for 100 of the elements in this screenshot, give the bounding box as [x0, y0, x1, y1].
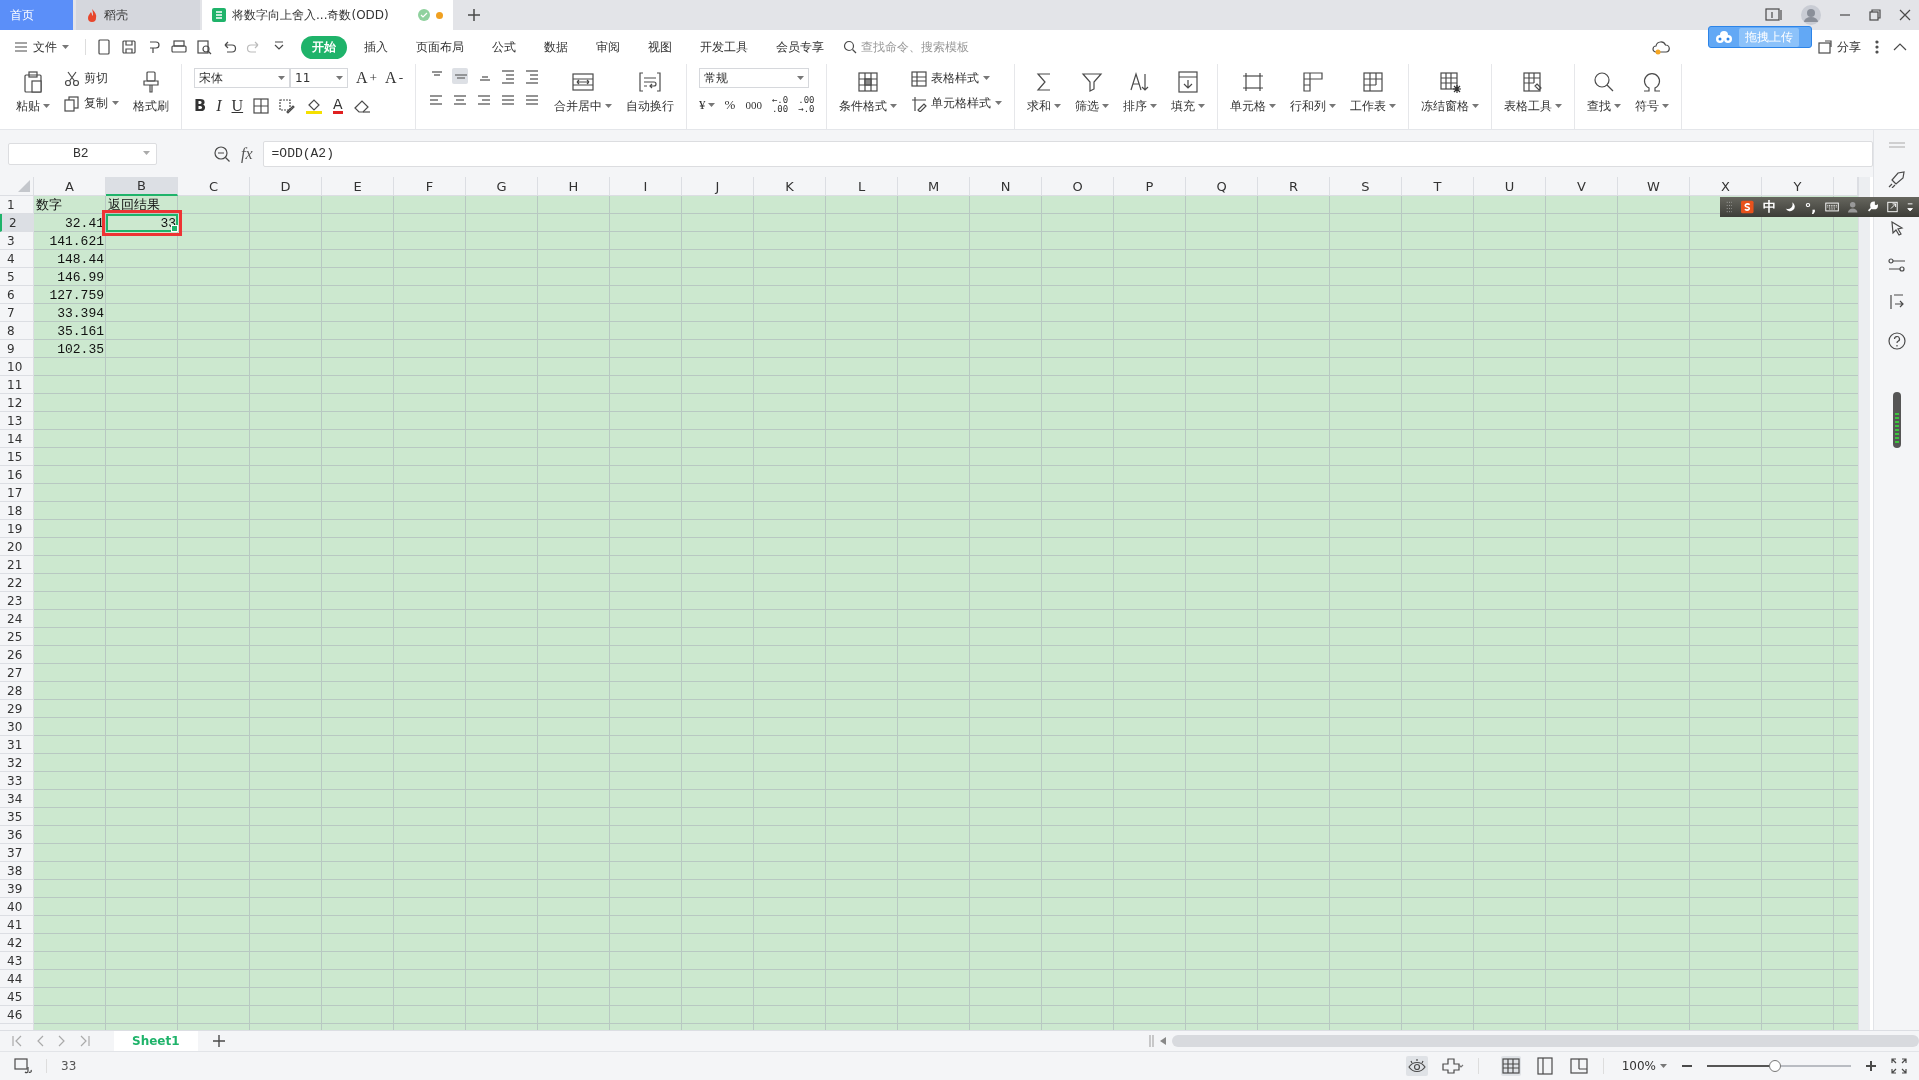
column-header[interactable]: M: [898, 177, 970, 196]
column-header[interactable]: E: [322, 177, 394, 196]
column-header[interactable]: R: [1258, 177, 1330, 196]
column-header[interactable]: T: [1402, 177, 1474, 196]
currency-button[interactable]: ¥: [699, 97, 715, 113]
ribbon-button[interactable]: 工作表: [1350, 68, 1397, 115]
column-header[interactable]: V: [1546, 177, 1618, 196]
row-header[interactable]: 36: [0, 826, 34, 844]
ribbon-button[interactable]: 单元格样式: [911, 95, 1003, 112]
row-header[interactable]: 40: [0, 898, 34, 916]
row-header[interactable]: 21: [0, 556, 34, 574]
row-header[interactable]: 31: [0, 736, 34, 754]
underline-button[interactable]: U: [231, 96, 244, 115]
zoom-level-button[interactable]: 100%: [1621, 1059, 1667, 1073]
ribbon-button[interactable]: 表格样式: [911, 70, 1003, 87]
share-button[interactable]: 分享: [1818, 38, 1861, 56]
ribbon-button[interactable]: 复制: [64, 95, 119, 112]
column-header[interactable]: O: [1042, 177, 1114, 196]
row-header[interactable]: 45: [0, 988, 34, 1006]
bold-button[interactable]: B: [194, 96, 207, 115]
ribbon-button[interactable]: 粘贴: [16, 68, 50, 115]
decimal-button[interactable]: .00 →.0: [798, 96, 815, 114]
column-header[interactable]: F: [394, 177, 466, 196]
input-mode-button[interactable]: 中: [1762, 198, 1776, 216]
row-header[interactable]: 41: [0, 916, 34, 934]
row-header[interactable]: 8: [0, 322, 34, 340]
ribbon-button[interactable]: 排序: [1123, 68, 1158, 115]
name-box[interactable]: B2: [8, 142, 157, 165]
ribbon-button[interactable]: 合并居中: [554, 68, 613, 115]
column-header[interactable]: P: [1114, 177, 1186, 196]
ribbon-button[interactable]: 冻结窗格: [1421, 68, 1480, 115]
column-header[interactable]: H: [538, 177, 610, 196]
column-header[interactable]: X: [1690, 177, 1762, 196]
italic-button[interactable]: I: [216, 96, 222, 115]
row-header[interactable]: 16: [0, 466, 34, 484]
font-size-field[interactable]: 11: [290, 68, 348, 88]
ribbon-button[interactable]: 自动换行: [626, 68, 675, 115]
row-header[interactable]: 13: [0, 412, 34, 430]
column-header[interactable]: W: [1618, 177, 1690, 196]
row-header[interactable]: 38: [0, 862, 34, 880]
row-header[interactable]: 30: [0, 718, 34, 736]
column-header[interactable]: Y: [1762, 177, 1834, 196]
row-header[interactable]: 43: [0, 952, 34, 970]
ribbon-button[interactable]: 符号: [1635, 68, 1670, 115]
row-header[interactable]: 33: [0, 772, 34, 790]
formula-field[interactable]: =ODD(A2): [262, 140, 1873, 167]
row-header[interactable]: 17: [0, 484, 34, 502]
column-header[interactable]: G: [466, 177, 538, 196]
row-header[interactable]: 1: [0, 196, 34, 214]
row-header[interactable]: 3: [0, 232, 34, 250]
thousands-button[interactable]: 000: [745, 99, 762, 111]
ribbon-tab[interactable]: 开发工具: [689, 35, 759, 59]
column-header[interactable]: N: [970, 177, 1042, 196]
row-header[interactable]: 39: [0, 880, 34, 898]
row-header[interactable]: 19: [0, 520, 34, 538]
column-header[interactable]: U: [1474, 177, 1546, 196]
column-header[interactable]: K: [754, 177, 826, 196]
ribbon-button[interactable]: 填充: [1171, 68, 1206, 115]
column-header[interactable]: C: [178, 177, 250, 196]
ribbon-tab[interactable]: 会员专享: [765, 35, 835, 59]
row-header[interactable]: 15: [0, 448, 34, 466]
row-header[interactable]: 27: [0, 664, 34, 682]
insert-function-button[interactable]: fx: [241, 144, 253, 163]
ribbon-tab[interactable]: 数据: [533, 35, 579, 59]
document-tab[interactable]: 将数字向上舍入...奇数(ODD): [202, 0, 453, 30]
row-header[interactable]: 22: [0, 574, 34, 592]
row-header[interactable]: 7: [0, 304, 34, 322]
row-header[interactable]: 25: [0, 628, 34, 646]
column-header[interactable]: L: [826, 177, 898, 196]
ribbon-tab[interactable]: 审阅: [585, 35, 631, 59]
ribbon-tab[interactable]: 插入: [353, 35, 399, 59]
row-header[interactable]: 46: [0, 1006, 34, 1024]
column-header[interactable]: J: [682, 177, 754, 196]
column-header[interactable]: B: [106, 177, 178, 196]
ribbon-tab[interactable]: 页面布局: [405, 35, 475, 59]
row-header[interactable]: 35: [0, 808, 34, 826]
decimal-button[interactable]: ←.0 .00: [771, 96, 789, 114]
row-header[interactable]: 11: [0, 376, 34, 394]
ribbon-button[interactable]: 求和: [1027, 68, 1062, 115]
column-header[interactable]: D: [250, 177, 322, 196]
row-header[interactable]: 26: [0, 646, 34, 664]
row-header[interactable]: 14: [0, 430, 34, 448]
punctuation-button[interactable]: °,: [1804, 199, 1817, 215]
row-header[interactable]: 24: [0, 610, 34, 628]
ribbon-button[interactable]: 查找: [1587, 68, 1622, 115]
column-header[interactable]: S: [1330, 177, 1402, 196]
file-menu[interactable]: 文件: [8, 37, 75, 57]
ribbon-tab[interactable]: 视图: [637, 35, 683, 59]
row-header[interactable]: 29: [0, 700, 34, 718]
row-header[interactable]: 20: [0, 538, 34, 556]
ribbon-button[interactable]: 表格工具: [1504, 68, 1563, 115]
font-name-field[interactable]: 宋体: [194, 68, 290, 88]
number-format-field[interactable]: 常规: [699, 68, 810, 88]
row-header[interactable]: 10: [0, 358, 34, 376]
row-header[interactable]: 34: [0, 790, 34, 808]
ribbon-button[interactable]: 单元格: [1230, 68, 1277, 115]
ribbon-button[interactable]: 剪切: [64, 70, 119, 87]
row-header[interactable]: 28: [0, 682, 34, 700]
row-header[interactable]: 37: [0, 844, 34, 862]
row-header[interactable]: 2: [0, 214, 34, 232]
